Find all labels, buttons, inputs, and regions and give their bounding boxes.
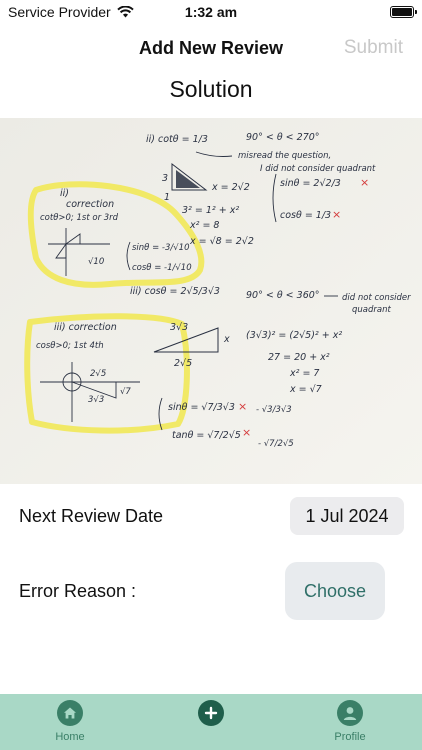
- hw-p2-note1: misread the question,: [238, 151, 331, 161]
- hw-tri1-b: 1: [164, 192, 170, 203]
- hw-p3-eq4: x = √7: [289, 384, 322, 395]
- hw-p2-range: 90° < θ < 270°: [246, 132, 320, 143]
- hw-p3-eq2: 27 = 20 + x²: [268, 352, 330, 363]
- tab-add[interactable]: [198, 700, 224, 726]
- tab-profile[interactable]: Profile: [328, 700, 372, 743]
- hw-p2-cos: cosθ = 1/3: [280, 210, 331, 221]
- error-reason-label: Error Reason :: [19, 581, 137, 601]
- handwritten-solution: ii) cotθ = 1/3 90° < θ < 270° misread th…: [0, 118, 422, 484]
- nav-bar: Add New Review Submit: [0, 30, 422, 66]
- hw-p2-sin-mark: ×: [360, 176, 369, 189]
- hw-p2-cos-mark: ×: [332, 208, 341, 221]
- hw-tri1-a: 3: [162, 173, 168, 184]
- hw-tri-a: 3√3: [170, 322, 188, 333]
- status-bar: Service Provider 1:32 am: [0, 0, 422, 26]
- hw-c1-r: √10: [88, 257, 104, 267]
- hw-p3-note2: quadrant: [352, 305, 391, 315]
- next-review-label: Next Review Date: [19, 506, 164, 526]
- hw-p3-tan: tanθ = √7/2√5: [172, 430, 241, 441]
- hw-p2-x: x = 2√2: [211, 182, 250, 193]
- hw-tri-b: 2√5: [174, 358, 192, 369]
- hw-p3-sin2: - √3/3√3: [256, 405, 292, 415]
- hw-c2-a: 2√5: [90, 369, 106, 379]
- hw-p3-sin-mark: ×: [238, 400, 247, 413]
- add-icon: [198, 700, 224, 726]
- hw-p3-eq3: x² = 7: [289, 368, 319, 379]
- hw-p3-head: iii) cosθ = 2√5/3√3: [130, 286, 220, 297]
- hw-tri-x: x: [223, 334, 230, 345]
- submit-button[interactable]: Submit: [344, 37, 403, 59]
- section-title: Solution: [169, 76, 253, 102]
- profile-icon: [337, 700, 363, 726]
- hw-c2-head: iii) correction: [54, 322, 117, 333]
- hw-p3-sin: sinθ = √7/3√3: [168, 402, 235, 413]
- hw-p3-range: 90° < θ < 360°: [246, 290, 320, 301]
- hw-c1-head: correction: [66, 199, 114, 210]
- hw-c1-num: ii): [60, 188, 69, 199]
- hw-p2-sin: sinθ = 2√2/3: [280, 178, 341, 189]
- hw-p2-note2: I did not consider quadrant: [260, 164, 376, 174]
- hw-p3-eq1: (3√3)² = (2√5)² + x²: [246, 330, 342, 341]
- hw-p2-eq1: 3² = 1² + x²: [182, 205, 239, 216]
- home-icon: [57, 700, 83, 726]
- next-review-date-picker[interactable]: 1 Jul 2024: [290, 497, 404, 535]
- battery-icon: [390, 6, 417, 18]
- choose-error-reason-button[interactable]: Choose: [285, 562, 385, 620]
- status-time: 1:32 am: [184, 4, 238, 20]
- hw-c2-cond: cosθ>0; 1st 4th: [36, 341, 104, 351]
- hw-p2-eq3: x = √8 = 2√2: [189, 236, 254, 247]
- hw-c2-c: √7: [120, 387, 131, 397]
- tab-profile-label: Profile: [334, 731, 366, 743]
- tab-bar: Home Profile: [0, 694, 422, 750]
- hw-c1-cond: cotθ>0; 1st or 3rd: [40, 213, 119, 223]
- hw-p2-head: ii) cotθ = 1/3: [146, 134, 208, 145]
- tab-home-label: Home: [55, 731, 85, 743]
- hw-p3-tan2: - √7/2√5: [258, 439, 294, 449]
- hw-p3-note1: did not consider: [342, 293, 411, 303]
- tab-home[interactable]: Home: [48, 700, 92, 743]
- hw-c2-b: 3√3: [88, 395, 104, 405]
- hw-c1-sin: sinθ = -3/√10: [132, 243, 189, 253]
- hw-p3-tan-mark: ×: [242, 426, 251, 439]
- hw-c1-cos: cosθ = -1/√10: [132, 263, 192, 273]
- solution-photo[interactable]: ii) cotθ = 1/3 90° < θ < 270° misread th…: [0, 118, 422, 484]
- hw-p2-eq2: x² = 8: [189, 220, 219, 231]
